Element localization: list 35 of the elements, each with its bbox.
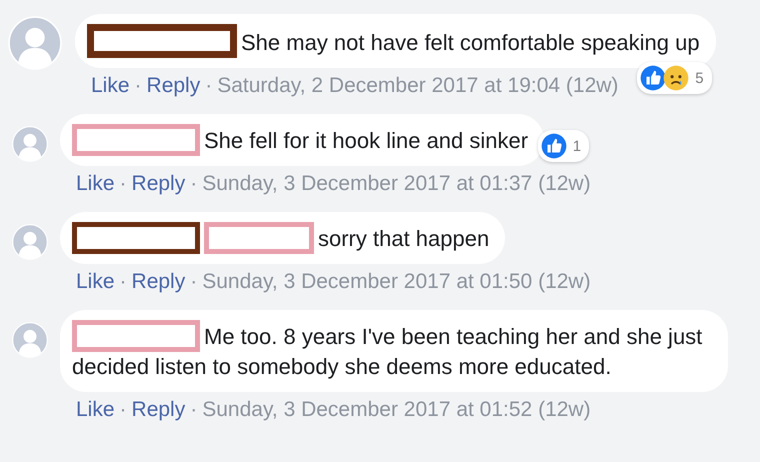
reply-link[interactable]: Reply — [146, 74, 200, 98]
reaction-count: 1 — [572, 138, 582, 154]
comment-text: sorry that happen — [318, 226, 490, 251]
sad-face-icon — [663, 65, 690, 91]
timestamp: Sunday, 3 December 2017 at 01:50 (12w) — [202, 270, 591, 294]
separator-dot: · — [205, 74, 212, 98]
timestamp: Sunday, 3 December 2017 at 01:37 (12w) — [202, 172, 591, 196]
reply-link[interactable]: Reply — [132, 398, 186, 422]
separator-dot: · — [190, 270, 198, 294]
separator-dot: · — [120, 398, 127, 422]
timestamp: Sunday, 3 December 2017 at 01:52 (12w) — [202, 398, 591, 422]
like-link[interactable]: Like — [76, 398, 115, 422]
reactions-badge[interactable]: 1 — [538, 130, 590, 162]
comment-text: Me too. 8 years I've been teaching her and she just decided listen to somebody she deems more educated. — [72, 324, 702, 379]
avatar-icon — [12, 322, 48, 358]
reaction-count: 5 — [695, 70, 704, 86]
separator-dot: · — [190, 172, 198, 196]
reactions-badge[interactable]: 5 — [637, 62, 712, 94]
reply-link[interactable]: Reply — [132, 172, 186, 196]
timestamp: Saturday, 2 December 2017 at 19:04 (12w) — [217, 74, 618, 98]
thumbs-up-icon — [540, 133, 567, 159]
like-link[interactable]: Like — [91, 74, 130, 98]
like-link[interactable]: Like — [76, 172, 115, 196]
reply-link[interactable]: Reply — [132, 270, 186, 294]
avatar-icon — [12, 224, 48, 260]
avatar-icon — [12, 126, 48, 162]
separator-dot: · — [134, 74, 142, 98]
avatar-icon — [8, 16, 62, 70]
separator-dot: · — [120, 172, 127, 196]
thumbs-up-icon — [640, 65, 666, 91]
comment-text: She fell for it hook line and sinker — [204, 128, 528, 153]
separator-dot: · — [190, 398, 198, 422]
separator-dot: · — [120, 270, 127, 294]
like-link[interactable]: Like — [76, 270, 115, 294]
comment-text: She may not have felt comfortable speaking up — [241, 30, 700, 55]
